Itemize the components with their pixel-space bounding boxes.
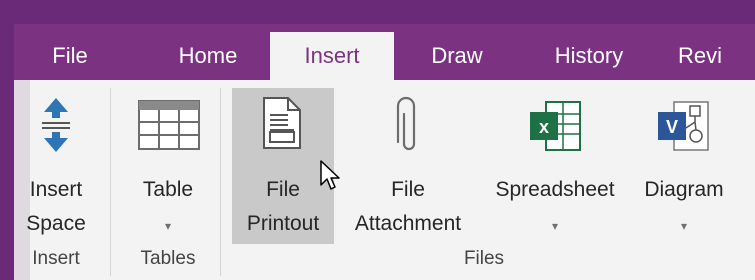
tab-insert[interactable]: Insert [270,32,394,80]
insert-space-icon [40,96,72,165]
group-label-insert: Insert [32,248,80,269]
table-icon [138,100,200,161]
diagram-button[interactable]: V Diagram ▾ [628,88,740,244]
file-printout-button[interactable]: File Printout [232,88,334,244]
tab-file[interactable]: File [28,32,112,80]
spreadsheet-dropdown-caret: ▾ [551,219,559,233]
group-separator [110,88,111,276]
table-dropdown-caret: ▾ [164,219,172,233]
tab-draw[interactable]: Draw [410,32,504,80]
table-label: Table [142,178,194,201]
ribbon-tab-bar: File Home Insert Draw History Revi [14,24,755,80]
spreadsheet-button[interactable]: x Spreadsheet ▾ [482,88,628,244]
onenote-window: File Home Insert Draw History Revi Inser… [14,24,755,280]
file-attachment-label-1: File [391,178,425,201]
insert-space-label-1: Insert [29,178,83,201]
paperclip-icon [396,96,422,167]
diagram-label: Diagram [644,178,724,201]
group-separator [220,88,221,276]
file-attachment-label-2: Attachment [354,212,462,235]
insert-space-button[interactable]: Insert Space [18,88,94,244]
file-attachment-button[interactable]: File Attachment [338,88,478,244]
tab-review[interactable]: Revi [678,32,755,80]
mouse-pointer-icon [320,160,342,197]
spreadsheet-label: Spreadsheet [495,178,615,201]
visio-diagram-icon: V [656,98,712,165]
tab-history[interactable]: History [534,32,644,80]
tab-home[interactable]: Home [154,32,262,80]
group-label-files: Files [463,248,505,269]
file-printout-label-2: Printout [246,212,320,235]
svg-text:x: x [539,117,549,137]
table-button[interactable]: Table ▾ [124,88,212,244]
excel-spreadsheet-icon: x [528,98,584,165]
file-printout-label-1: File [266,178,300,201]
diagram-dropdown-caret: ▾ [680,219,688,233]
file-printout-icon [262,96,302,161]
group-label-tables: Tables [140,248,196,269]
insert-space-label-2: Space [26,212,86,235]
svg-text:V: V [666,117,678,137]
